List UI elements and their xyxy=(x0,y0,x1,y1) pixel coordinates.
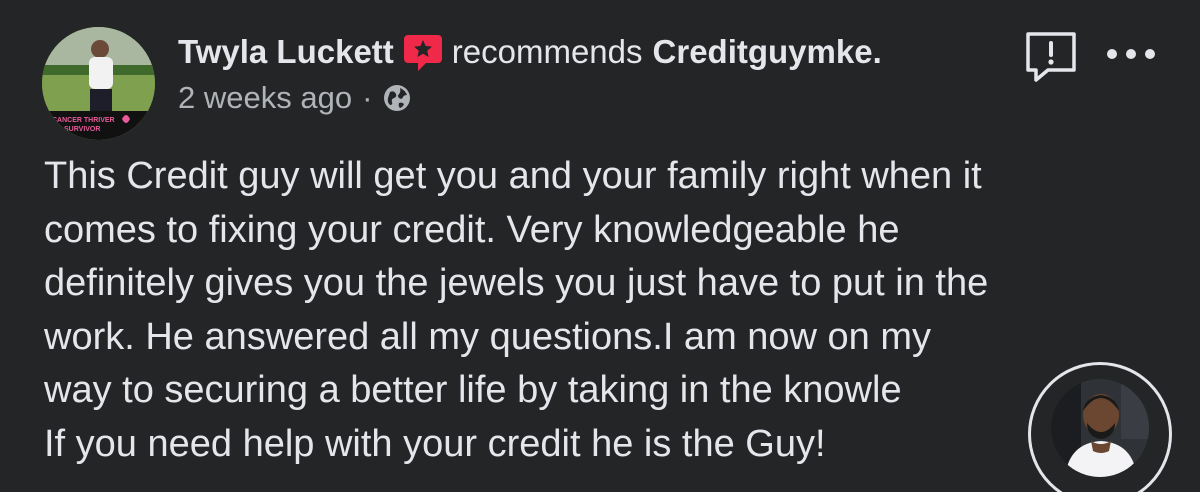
post-timestamp[interactable]: 2 weeks ago xyxy=(178,78,352,118)
more-options-icon[interactable] xyxy=(1104,42,1158,66)
post-header: Twyla Luckett recommends Creditguymke. 2… xyxy=(178,30,882,118)
post-body-line: comes to fixing your credit. Very knowle… xyxy=(44,208,900,251)
avatar-image: CANCER THRIVER SURVIVOR xyxy=(42,27,155,140)
post-meta: 2 weeks ago · xyxy=(178,78,882,118)
post-title-line: Twyla Luckett recommends Creditguymke. xyxy=(178,30,882,74)
post-body-line: definitely gives you the jewels you just… xyxy=(44,262,989,304)
meta-separator: · xyxy=(362,80,373,115)
chat-head-avatar xyxy=(1051,379,1149,477)
author-avatar[interactable]: CANCER THRIVER SURVIVOR xyxy=(42,27,155,140)
globe-icon xyxy=(382,83,412,113)
svg-text:SURVIVOR: SURVIVOR xyxy=(64,126,100,133)
post-body-line: work. He answered all my questions.I am … xyxy=(44,315,932,358)
svg-text:CANCER THRIVER: CANCER THRIVER xyxy=(52,117,115,124)
author-name[interactable]: Twyla Luckett xyxy=(178,30,394,74)
report-icon[interactable] xyxy=(1024,30,1078,84)
post-body-line: This Credit guy will get you and your fa… xyxy=(44,155,982,197)
recommend-verb: recommends xyxy=(451,33,643,70)
recommend-badge-icon xyxy=(402,31,444,73)
post-body-line: way to securing a better life by taking … xyxy=(44,369,902,411)
post-body-line: If you need help with your credit he is … xyxy=(44,422,826,465)
recommended-page-name[interactable]: Creditguymke. xyxy=(653,30,882,74)
recommendation-post: CANCER THRIVER SURVIVOR Twyla Luckett re… xyxy=(0,0,1200,492)
post-body: This Credit guy will get you and your fa… xyxy=(44,150,1164,471)
